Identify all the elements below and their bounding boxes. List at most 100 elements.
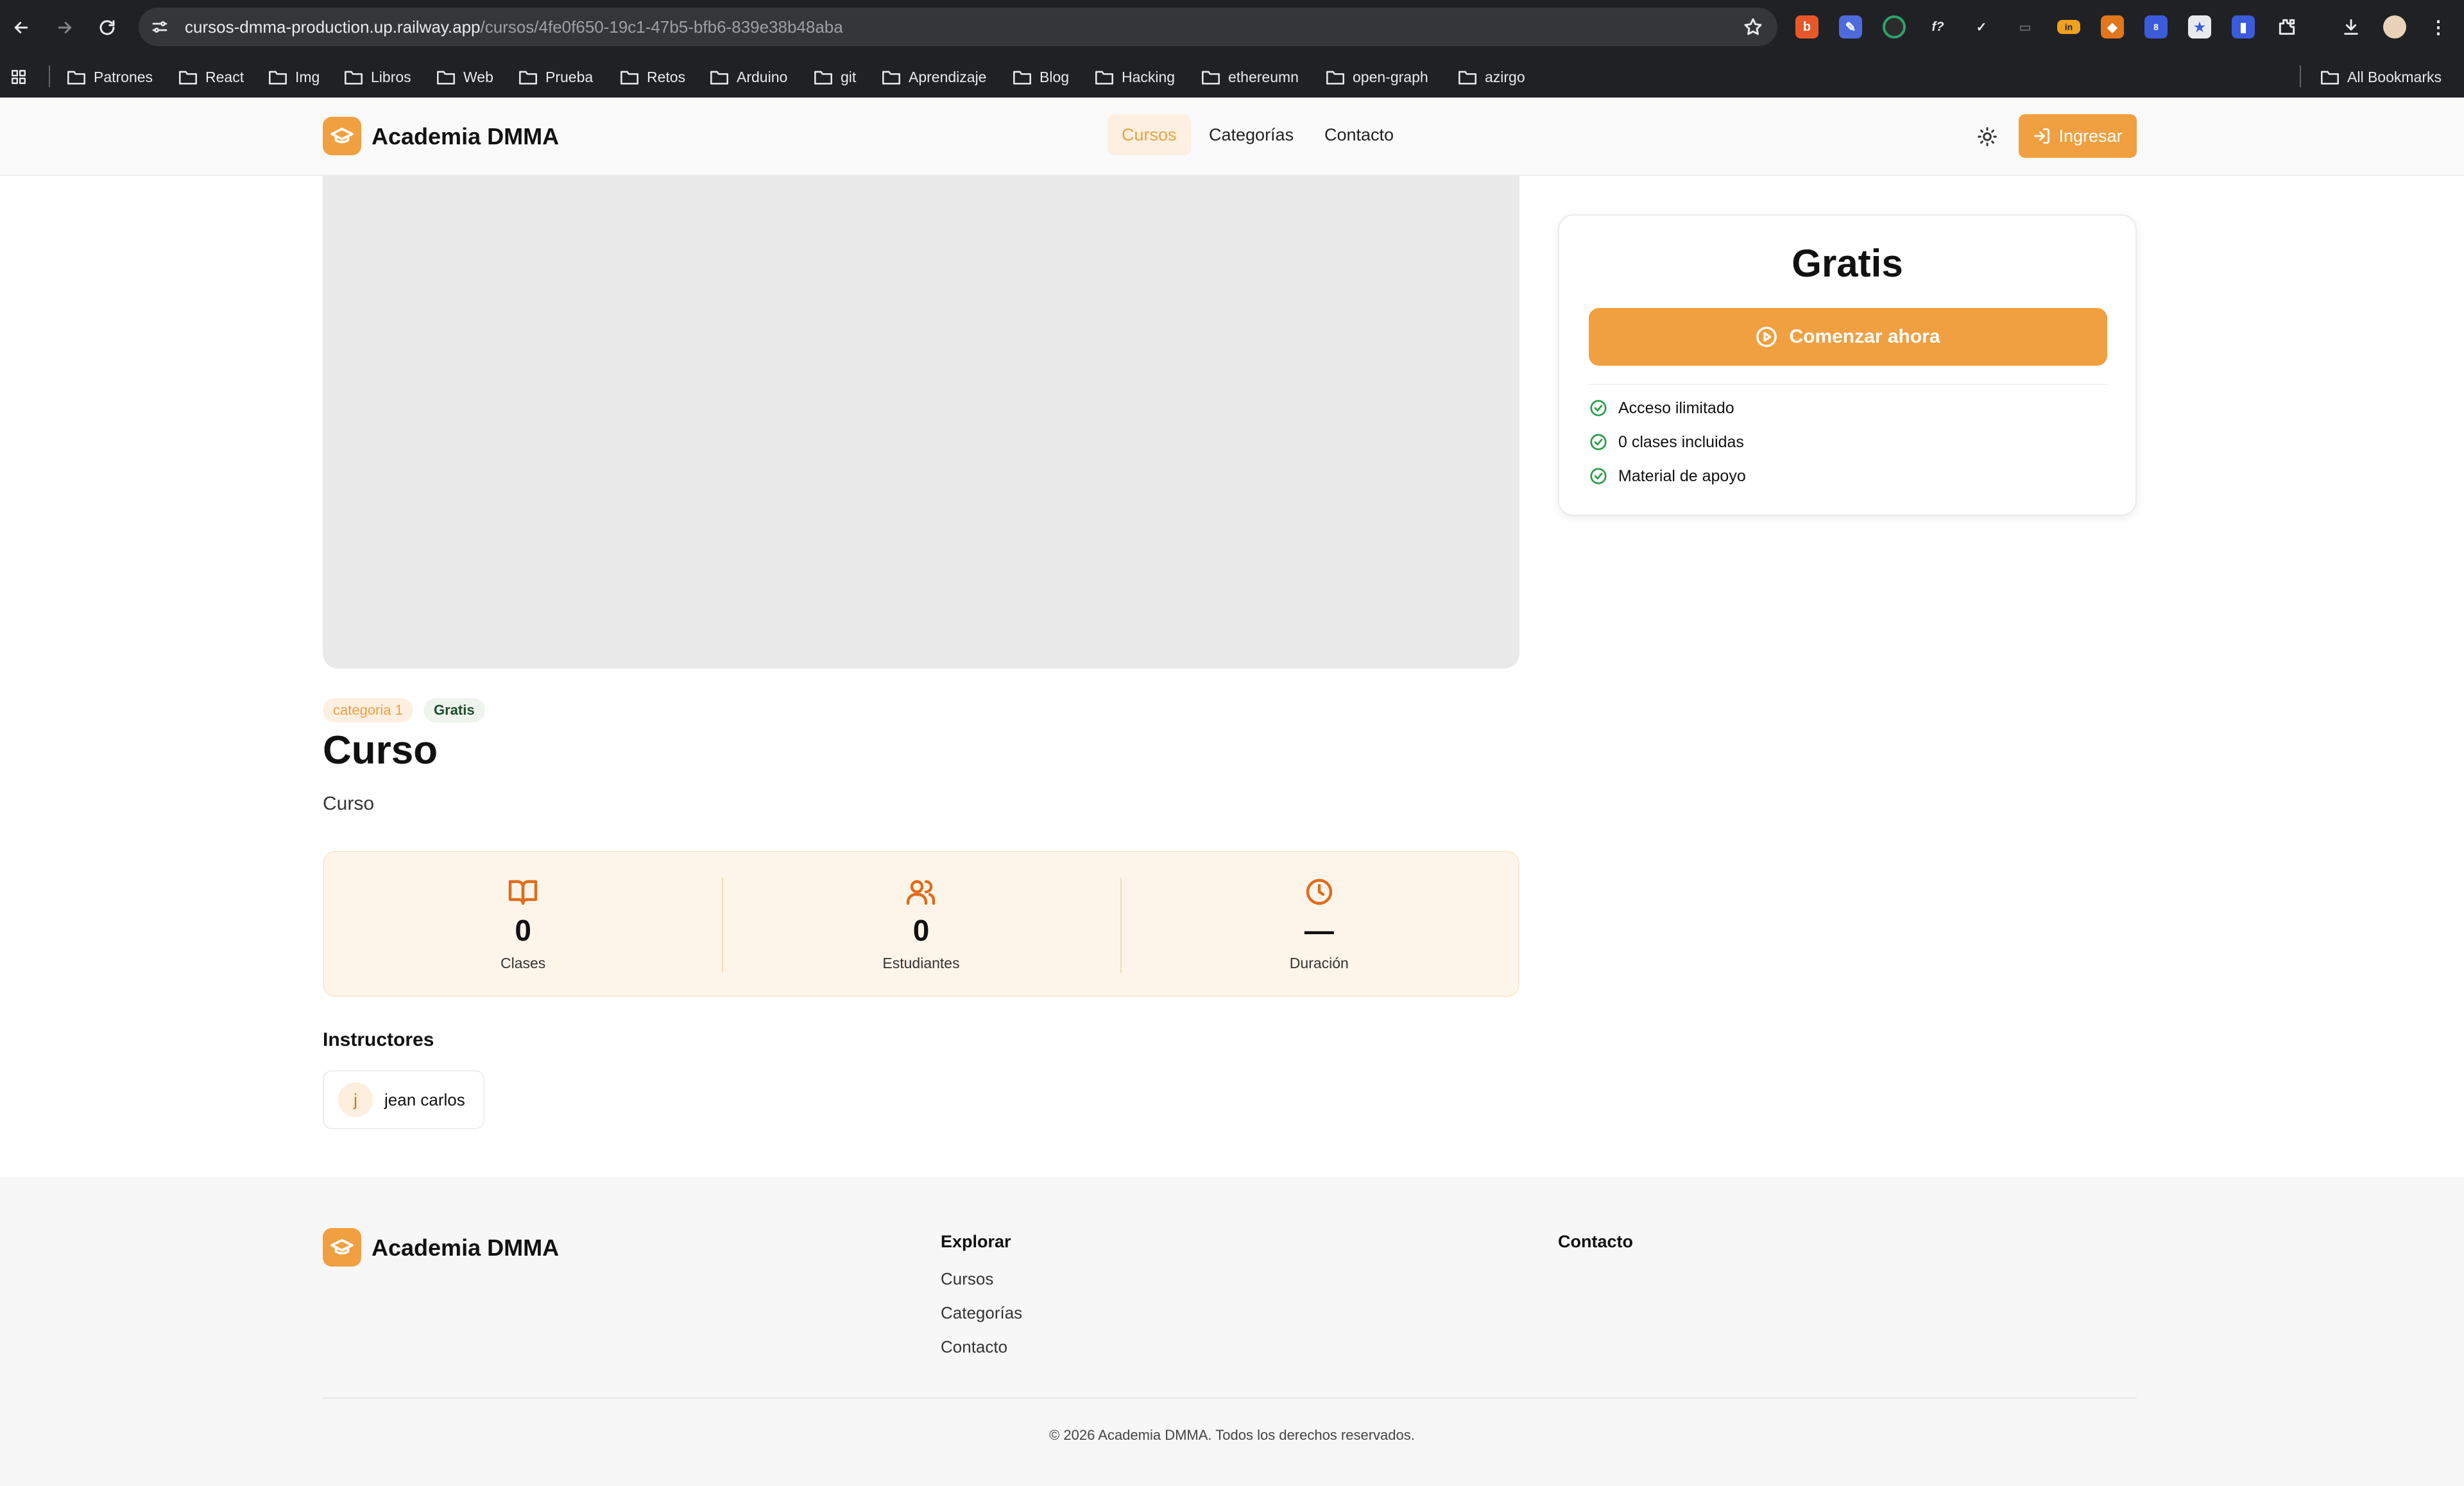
folder-icon	[179, 71, 197, 85]
bookmark-folder[interactable]: Patrones	[67, 67, 153, 87]
extension-badge: 8	[2153, 22, 2159, 32]
bookmark-folder[interactable]: open-graph	[1326, 67, 1428, 87]
url-text: cursos-dmma-production.up.railway.app/cu…	[185, 17, 843, 37]
bookmark-folder[interactable]: Web	[436, 67, 493, 87]
bookmark-label: Arduino	[737, 68, 788, 85]
folder-icon	[1095, 71, 1113, 85]
extension-icon[interactable]: ✓	[1970, 15, 1993, 38]
instructors-heading: Instructores	[323, 1029, 434, 1050]
users-icon	[905, 876, 936, 907]
extension-icon[interactable]: ✎	[1839, 15, 1862, 38]
bookmark-folder[interactable]: azirgo	[1458, 67, 1525, 87]
bookmark-label: ethereumn	[1228, 68, 1299, 85]
copyright-text: © 2026 Academia DMMA. Todos los derechos…	[1049, 1427, 1415, 1443]
stat-label: Duración	[1289, 955, 1349, 971]
extension-icon[interactable]: b	[1795, 15, 1818, 38]
folder-icon	[1326, 71, 1344, 85]
bookmark-folder[interactable]: Img	[268, 67, 320, 87]
metamask-icon[interactable]: ◆	[2101, 15, 2124, 38]
footer-brand-name[interactable]: Academia DMMA	[372, 1234, 559, 1261]
start-course-label: Comenzar ahora	[1789, 326, 1940, 347]
nav-contacto[interactable]: Contacto	[1310, 114, 1408, 155]
bookmark-folder[interactable]: git	[814, 67, 856, 87]
play-circle-icon	[1756, 327, 1777, 347]
browser-chrome: cursos-dmma-production.up.railway.app/cu…	[0, 0, 2464, 98]
folder-icon	[2321, 71, 2339, 85]
extension-icon[interactable]: in	[2057, 20, 2080, 34]
bookmark-label: Web	[463, 68, 493, 85]
divider	[1589, 384, 2107, 385]
stat-value: 0	[515, 914, 531, 947]
graduation-cap-icon	[330, 128, 354, 144]
bookmark-folder[interactable]: Blog	[1013, 67, 1069, 87]
footer-link-cursos[interactable]: Cursos	[941, 1269, 993, 1289]
instructor-card[interactable]: j jean carlos	[323, 1070, 484, 1129]
folder-icon	[1459, 71, 1476, 85]
bookmark-label: Blog	[1040, 68, 1070, 85]
reload-button[interactable]	[94, 14, 121, 41]
bookmark-label: Libros	[371, 68, 411, 85]
bookmark-folder[interactable]: React	[178, 67, 244, 87]
folder-icon	[814, 71, 832, 85]
url-host: cursos-dmma-production.up.railway.app	[185, 17, 481, 37]
login-button[interactable]: Ingresar	[2019, 114, 2137, 158]
forward-button[interactable]	[51, 14, 78, 41]
bookmark-star-icon[interactable]	[1743, 17, 1763, 37]
footer-link-categorias[interactable]: Categorías	[941, 1303, 1022, 1323]
extension-icon[interactable]: ★	[2188, 15, 2211, 38]
bookmark-label: git	[841, 68, 857, 85]
menu-dots-icon[interactable]: ⋮	[2427, 15, 2450, 38]
bookmark-folder[interactable]: Retos	[620, 67, 685, 87]
course-title: Curso	[323, 728, 438, 773]
price-card: Gratis Comenzar ahora Acceso ilimitado 0…	[1558, 214, 2137, 516]
folder-icon	[345, 71, 363, 85]
extension-icon[interactable]: 8	[2144, 15, 2168, 38]
bookmark-folder[interactable]: Libros	[344, 67, 411, 87]
bookmark-label: Img	[295, 68, 320, 85]
bookmark-folder[interactable]: ethereumn	[1201, 67, 1299, 87]
clock-icon	[1304, 876, 1335, 907]
check-circle-icon	[1590, 400, 1607, 416]
site-info-icon[interactable]	[150, 17, 169, 37]
extension-icon[interactable]	[1883, 15, 1906, 38]
bookmark-folder[interactable]: Arduino	[710, 67, 787, 87]
nav-categorias[interactable]: Categorías	[1195, 114, 1308, 155]
apps-grid-icon[interactable]	[9, 67, 28, 87]
check-circle-icon	[1590, 468, 1607, 484]
feature-label: Acceso ilimitado	[1618, 398, 1734, 417]
start-course-button[interactable]: Comenzar ahora	[1589, 308, 2107, 366]
back-button[interactable]	[8, 14, 35, 41]
stat-classes: 0 Clases	[324, 852, 722, 996]
footer-link-contacto[interactable]: Contacto	[941, 1337, 1007, 1357]
bookmark-label: Prueba	[545, 68, 594, 85]
folder-icon	[710, 71, 728, 85]
extension-icon[interactable]: ▭	[2014, 15, 2037, 38]
bookmark-folder[interactable]: Aprendizaje	[882, 67, 986, 87]
bookmark-folder[interactable]: Prueba	[518, 67, 593, 87]
all-bookmarks[interactable]: All Bookmarks	[2320, 67, 2442, 87]
browser-toolbar: cursos-dmma-production.up.railway.app/cu…	[0, 0, 2464, 55]
logo-badge[interactable]	[323, 117, 361, 155]
bookmarks-separator	[2300, 65, 2301, 87]
nav-cursos[interactable]: Cursos	[1108, 114, 1191, 155]
extension-icon[interactable]: ▮	[2232, 15, 2255, 38]
bookmark-folder[interactable]: Hacking	[1095, 67, 1175, 87]
course-cover-image	[323, 176, 1519, 669]
folder-icon	[519, 71, 537, 85]
profile-avatar[interactable]	[2383, 15, 2406, 38]
footer-logo-badge[interactable]	[323, 1228, 361, 1267]
address-bar[interactable]: cursos-dmma-production.up.railway.app/cu…	[139, 8, 1777, 46]
feature-item: Acceso ilimitado	[1589, 397, 1734, 420]
theme-toggle-button[interactable]	[1972, 122, 2002, 151]
extension-icon[interactable]: f?	[1926, 15, 1949, 38]
book-open-icon	[508, 876, 538, 907]
download-icon[interactable]	[2340, 15, 2363, 38]
extensions-puzzle-icon[interactable]	[2275, 15, 2298, 38]
brand-name[interactable]: Academia DMMA	[372, 123, 559, 150]
price-tag: Gratis	[424, 698, 485, 722]
avatar: j	[338, 1082, 373, 1117]
bookmark-label: open-graph	[1353, 68, 1428, 85]
login-label: Ingresar	[2058, 126, 2123, 146]
bookmarks-separator	[49, 65, 50, 87]
price-label: Gratis	[1792, 242, 1903, 285]
